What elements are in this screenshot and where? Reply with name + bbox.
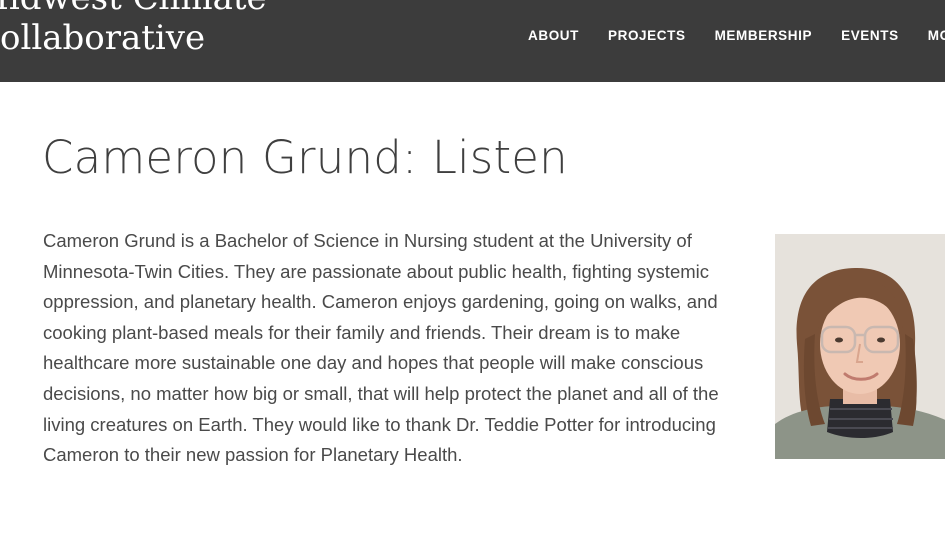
site-title-line2[interactable]: Collaborative (0, 18, 267, 58)
page-title: Cameron Grund: Listen (42, 131, 568, 184)
nav-item-more[interactable]: MORE (928, 28, 945, 44)
nav-item-membership[interactable]: MEMBERSHIP (715, 28, 813, 44)
site-title[interactable]: Midwest Climate Collaborative (0, 0, 267, 58)
nav-item-about[interactable]: ABOUT (528, 28, 579, 44)
main-nav: ABOUT PROJECTS MEMBERSHIP EVENTS MORE (528, 28, 945, 44)
site-header: Midwest Climate Collaborative ABOUT PROJ… (0, 0, 945, 82)
portrait-illustration (775, 234, 945, 459)
site-title-line1[interactable]: Midwest Climate (0, 0, 267, 18)
bio-text: Cameron Grund is a Bachelor of Science i… (43, 230, 719, 466)
nav-item-projects[interactable]: PROJECTS (608, 28, 686, 44)
nav-item-events[interactable]: EVENTS (841, 28, 899, 44)
profile-photo (775, 234, 945, 459)
